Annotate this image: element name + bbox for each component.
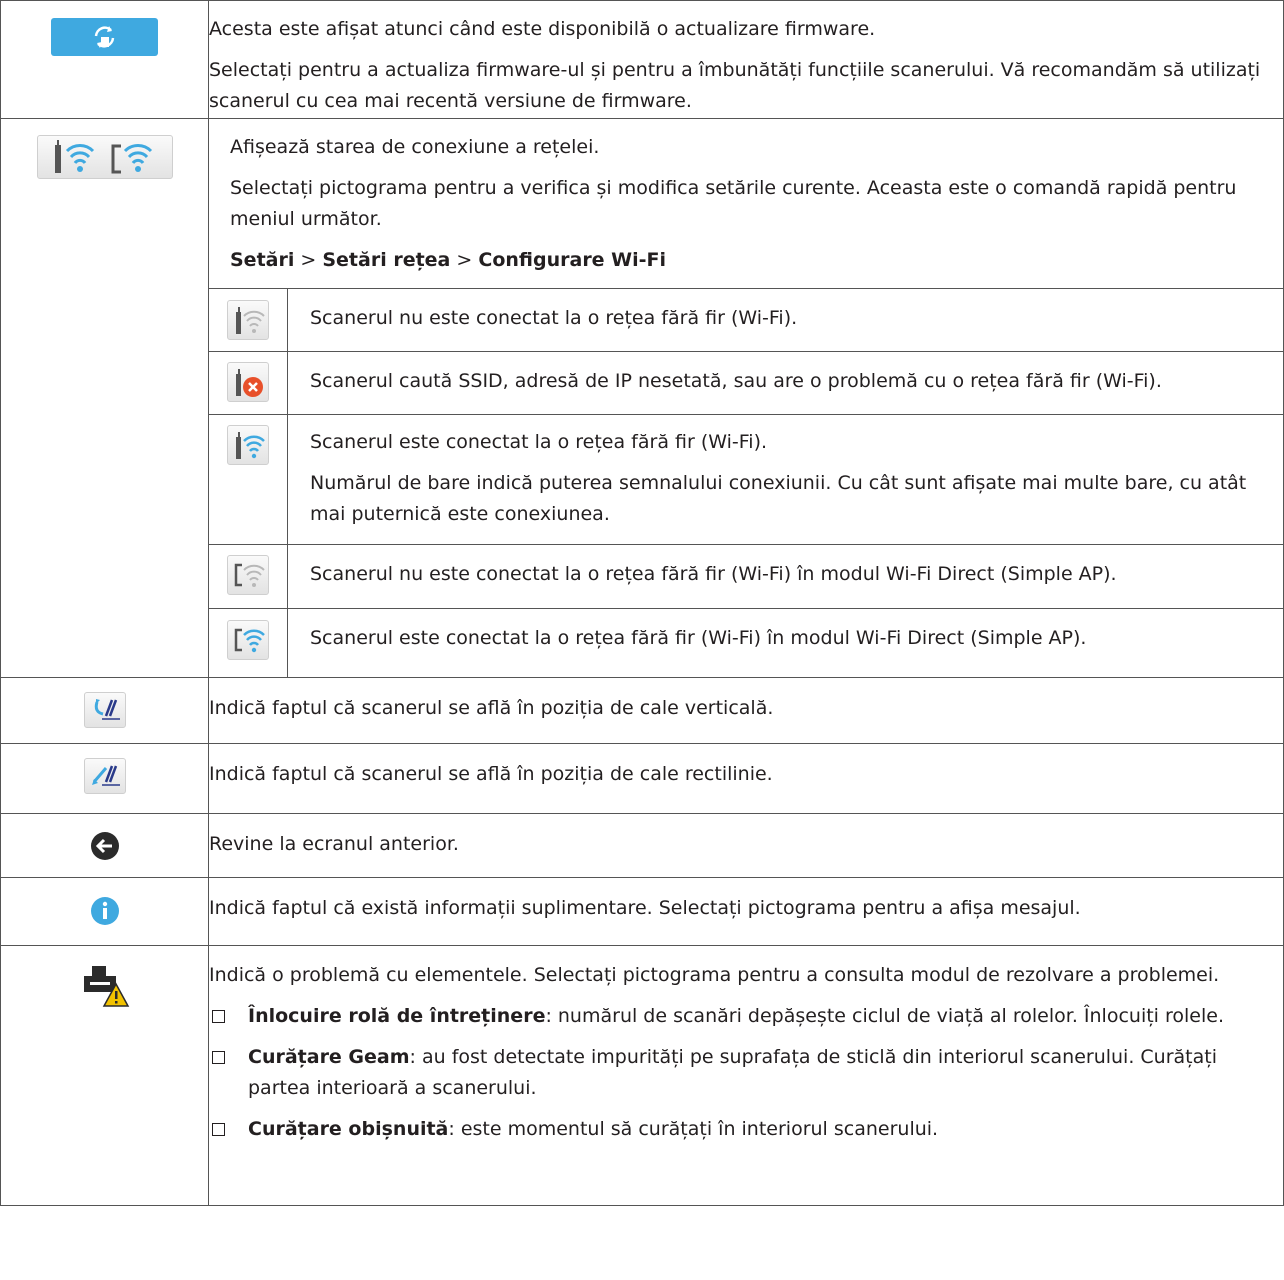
wifi-direct-connected-text: Scanerul este conectat la o rețea fără f…: [310, 627, 1087, 649]
network-text-1: Afișează starea de conexiune a rețelei.: [230, 136, 600, 158]
row-problem: Indică o problemă cu elementele. Selecta…: [0, 944, 1284, 1206]
wifi-direct-disconnected-icon: [227, 555, 269, 595]
network-text-2: Selectați pictograma pentru a verifica ș…: [230, 177, 1237, 230]
straight-path-icon: [83, 757, 126, 794]
wifi-sub-row: Scanerul nu este conectat la o rețea făr…: [209, 288, 1283, 352]
wifi-disconnected-icon: [227, 300, 269, 340]
wifi-sub-row: Scanerul este conectat la o rețea fără f…: [209, 414, 1283, 545]
signal-strength-text: Numărul de bare indică puterea semnalulu…: [310, 472, 1247, 525]
back-arrow-icon: [90, 831, 119, 860]
icon-reference-table: Acesta este afișat atunci când este disp…: [0, 0, 1284, 1206]
wifi-error-icon: [227, 362, 269, 402]
row-straight-path: Indică faptul că scanerul se află în poz…: [0, 742, 1284, 814]
list-item: Curățare obișnuită: este momentul să cur…: [209, 1114, 1283, 1145]
wifi-sub-row: Scanerul nu este conectat la o rețea făr…: [209, 544, 1283, 609]
firmware-update-icon: [51, 18, 158, 56]
wifi-sub-row: Scanerul este conectat la o rețea fără f…: [209, 608, 1283, 677]
info-text: Indică faptul că există informații supli…: [209, 896, 1081, 919]
wifi-connected-text: Scanerul este conectat la o rețea fără f…: [310, 431, 768, 453]
row-info: Indică faptul că există informații supli…: [0, 876, 1284, 946]
row-network: Afișează starea de conexiune a rețelei. …: [0, 118, 1284, 678]
straight-path-text: Indică faptul că scanerul se află în poz…: [209, 762, 773, 785]
back-text: Revine la ecranul anterior.: [209, 832, 459, 855]
row-back: Revine la ecranul anterior.: [0, 812, 1284, 878]
network-status-icon: [36, 135, 173, 179]
row-firmware: Acesta este afișat atunci când este disp…: [0, 0, 1284, 119]
list-item: Curățare Geam: au fost detectate impurit…: [209, 1042, 1283, 1104]
scanner-warning-icon: [83, 965, 129, 1007]
vertical-path-icon: [83, 691, 126, 728]
firmware-text-1: Acesta este afișat atunci când este disp…: [209, 18, 876, 40]
wifi-direct-disconnected-text: Scanerul nu este conectat la o rețea făr…: [310, 563, 1117, 585]
wifi-direct-connected-icon: [227, 620, 269, 660]
firmware-text-2: Selectați pentru a actualiza firmware-ul…: [209, 59, 1261, 112]
checkbox-bullet-icon: [212, 1009, 225, 1023]
settings-menu-path: Setări > Setări rețea > Configurare Wi-F…: [230, 249, 667, 271]
checkbox-bullet-icon: [212, 1050, 225, 1064]
vertical-path-text: Indică faptul că scanerul se află în poz…: [209, 696, 774, 719]
checkbox-bullet-icon: [212, 1122, 225, 1136]
wifi-sub-row: Scanerul caută SSID, adresă de IP neseta…: [209, 351, 1283, 415]
info-icon: [90, 896, 119, 925]
wifi-connected-icon: [227, 425, 269, 465]
wifi-disconnected-text: Scanerul nu este conectat la o rețea făr…: [310, 307, 798, 329]
problem-text: Indică o problemă cu elementele. Selecta…: [209, 963, 1220, 986]
list-item: Înlocuire rolă de întreținere: numărul d…: [209, 1001, 1283, 1032]
row-vertical-path: Indică faptul că scanerul se află în poz…: [0, 676, 1284, 744]
wifi-status-subtable: Scanerul nu este conectat la o rețea făr…: [209, 288, 1283, 677]
wifi-error-text: Scanerul caută SSID, adresă de IP neseta…: [310, 370, 1162, 392]
